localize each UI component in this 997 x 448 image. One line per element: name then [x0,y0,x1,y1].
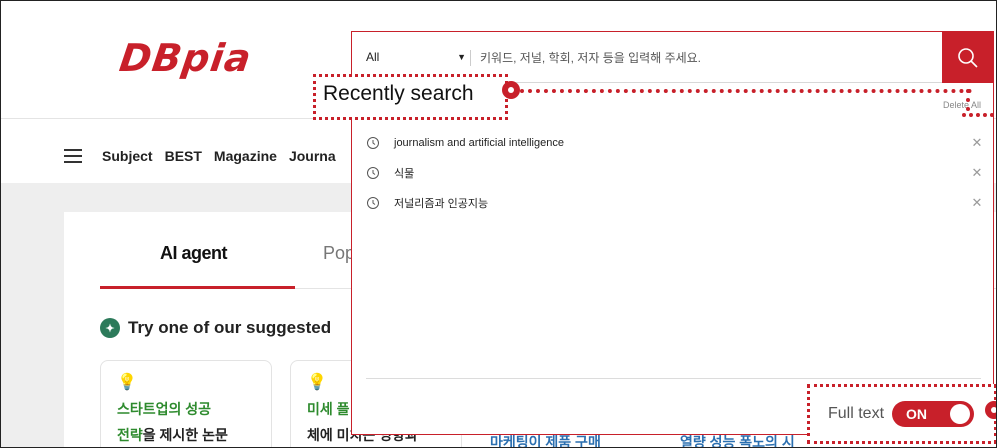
search-scope-select[interactable]: All ▼ [366,50,466,64]
suggestion-line-1: 스타트업의 성공 [117,401,212,417]
main-nav: Subject BEST Magazine Journa [64,148,336,164]
search-input[interactable] [480,46,930,70]
fulltext-toggle[interactable]: ON [892,401,975,427]
tab-ai-agent[interactable]: AI agent [160,243,228,264]
site-logo[interactable]: DBpia [117,36,255,80]
caret-down-icon: ▼ [457,52,466,62]
recent-search-item[interactable]: 식물 ✕ [366,158,984,188]
nav-item-subject[interactable]: Subject [102,148,153,164]
fulltext-label: Full text [828,405,885,422]
clock-icon [367,167,379,179]
recent-search-keyword[interactable]: 식물 [394,165,970,181]
delete-all-button[interactable]: Delete All [943,100,981,110]
close-icon[interactable]: ✕ [970,195,984,211]
recent-search-keyword[interactable]: journalism and artificial intelligence [394,137,970,149]
recent-search-callout: Recently search [313,74,508,120]
clock-icon [367,197,379,209]
close-icon[interactable]: ✕ [970,165,984,181]
suggestion-highlight: 전략 [117,427,143,443]
recent-search-item[interactable]: journalism and artificial intelligence ✕ [366,128,984,158]
search-scope-value: All [366,50,380,64]
suggestions-title: Try one of our suggested [128,318,332,337]
suggestion-rest: 을 제시한 논문 [142,427,228,443]
toggle-knob [950,404,971,424]
suggestion-line-2: 전략을 제시한 논문 [117,425,255,445]
annotation-marker [985,401,997,419]
panel-divider [366,378,981,379]
fulltext-toggle-state: ON [906,406,928,422]
suggestion-card[interactable]: 💡 스타트업의 성공 전략을 제시한 논문 [100,360,272,448]
fulltext-callout: Full text ON [807,384,997,444]
nav-item-journal[interactable]: Journa [289,148,336,164]
recent-search-list: journalism and artificial intelligence ✕… [366,128,984,218]
sparkle-icon: ✦ [100,318,120,338]
clock-icon [367,137,379,149]
search-icon [958,47,978,68]
annotation-connector [520,89,972,93]
annotation-connector [962,113,994,117]
nav-item-best[interactable]: BEST [165,148,202,164]
lightbulb-icon: 💡 [117,374,137,391]
search-button[interactable] [942,32,994,83]
recent-search-keyword[interactable]: 저널리즘과 인공지능 [394,195,970,211]
annotation-connector [966,89,970,111]
close-icon[interactable]: ✕ [970,135,984,151]
hamburger-icon[interactable] [64,149,82,163]
active-tab-indicator [100,286,295,289]
suggestions-heading: ✦ Try one of our suggested [100,318,331,338]
recent-search-item[interactable]: 저널리즘과 인공지능 ✕ [366,188,984,218]
nav-item-magazine[interactable]: Magazine [214,148,277,164]
annotation-marker [502,81,520,99]
search-bar-separator [470,50,471,66]
